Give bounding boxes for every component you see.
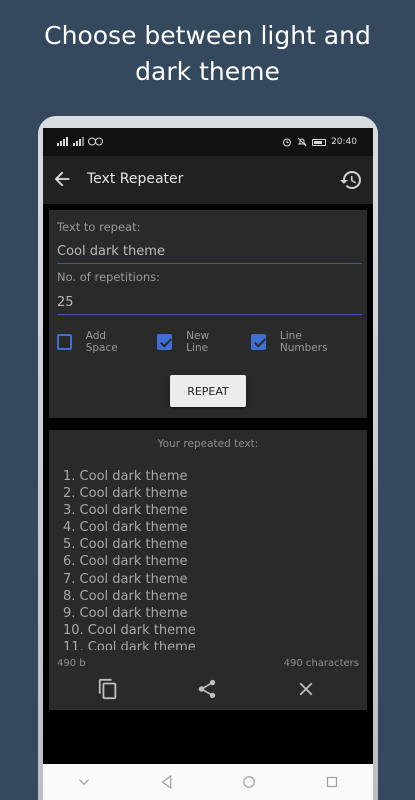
new-line-checkbox[interactable] xyxy=(157,334,173,350)
size-stat: 490 b xyxy=(57,658,86,669)
repetitions-label: No. of repetitions: xyxy=(57,270,161,284)
status-bar: 20:40 xyxy=(43,128,373,156)
result-text[interactable]: 1. Cool dark theme 2. Cool dark theme 3.… xyxy=(63,468,353,650)
result-line: 9. Cool dark theme xyxy=(63,605,188,621)
close-icon[interactable] xyxy=(295,678,317,700)
chevron-down-icon[interactable] xyxy=(75,773,93,791)
nav-recents-icon[interactable] xyxy=(323,773,341,791)
new-line-label: New Line xyxy=(186,330,210,354)
result-line: 10. Cool dark theme xyxy=(63,622,196,638)
system-nav-bar xyxy=(43,764,373,800)
result-line: 1. Cool dark theme xyxy=(63,469,188,484)
result-line: 2. Cool dark theme xyxy=(63,486,188,502)
mute-icon xyxy=(297,137,307,147)
character-count: 490 characters xyxy=(283,658,359,669)
text-to-repeat-input[interactable]: Cool dark theme xyxy=(57,242,362,264)
repeat-button[interactable]: REPEAT xyxy=(170,375,246,407)
alarm-icon xyxy=(283,138,292,147)
input-card: Text to repeat: Cool dark theme No. of r… xyxy=(49,210,367,418)
copy-icon[interactable] xyxy=(97,678,119,700)
nav-home-icon[interactable] xyxy=(240,773,258,791)
result-line: 3. Cool dark theme xyxy=(63,503,188,519)
add-space-label: Add Space xyxy=(85,330,118,354)
share-icon[interactable] xyxy=(196,678,218,700)
status-time: 20:40 xyxy=(331,137,357,147)
result-line: 4. Cool dark theme xyxy=(63,520,188,536)
phone-screen: 20:40 Text Repeater Text to repeat: Cool… xyxy=(43,128,373,800)
signal-icon xyxy=(57,137,103,146)
app-bar: Text Repeater xyxy=(43,156,373,204)
status-right: 20:40 xyxy=(282,137,357,147)
result-title: Your repeated text: xyxy=(157,438,259,450)
options-row: Add Space New Line Line Numbers xyxy=(57,330,367,354)
result-line: 7. Cool dark theme xyxy=(63,571,188,587)
result-line: 11. Cool dark theme xyxy=(63,639,196,650)
signal-icons xyxy=(57,137,103,149)
result-card: Your repeated text: 1. Cool dark theme 2… xyxy=(49,430,367,710)
battery-icon xyxy=(312,138,327,146)
history-icon[interactable] xyxy=(339,168,363,192)
line-numbers-checkbox[interactable] xyxy=(251,334,266,350)
headline-line-1: Choose between light and xyxy=(44,21,371,50)
add-space-checkbox[interactable] xyxy=(57,334,72,350)
headline-line-2: dark theme xyxy=(135,57,280,86)
promo-headline: Choose between light and dark theme xyxy=(0,18,415,90)
app-title: Text Repeater xyxy=(87,171,184,187)
line-numbers-label: Line Numbers xyxy=(279,330,328,354)
result-line: 5. Cool dark theme xyxy=(63,537,188,553)
arrow-left-icon[interactable] xyxy=(51,168,73,190)
result-line: 6. Cool dark theme xyxy=(63,554,188,570)
result-line: 8. Cool dark theme xyxy=(63,588,188,604)
nav-back-icon[interactable] xyxy=(158,773,176,791)
text-to-repeat-label: Text to repeat: xyxy=(57,220,141,234)
repetitions-input[interactable]: 25 xyxy=(57,293,362,315)
